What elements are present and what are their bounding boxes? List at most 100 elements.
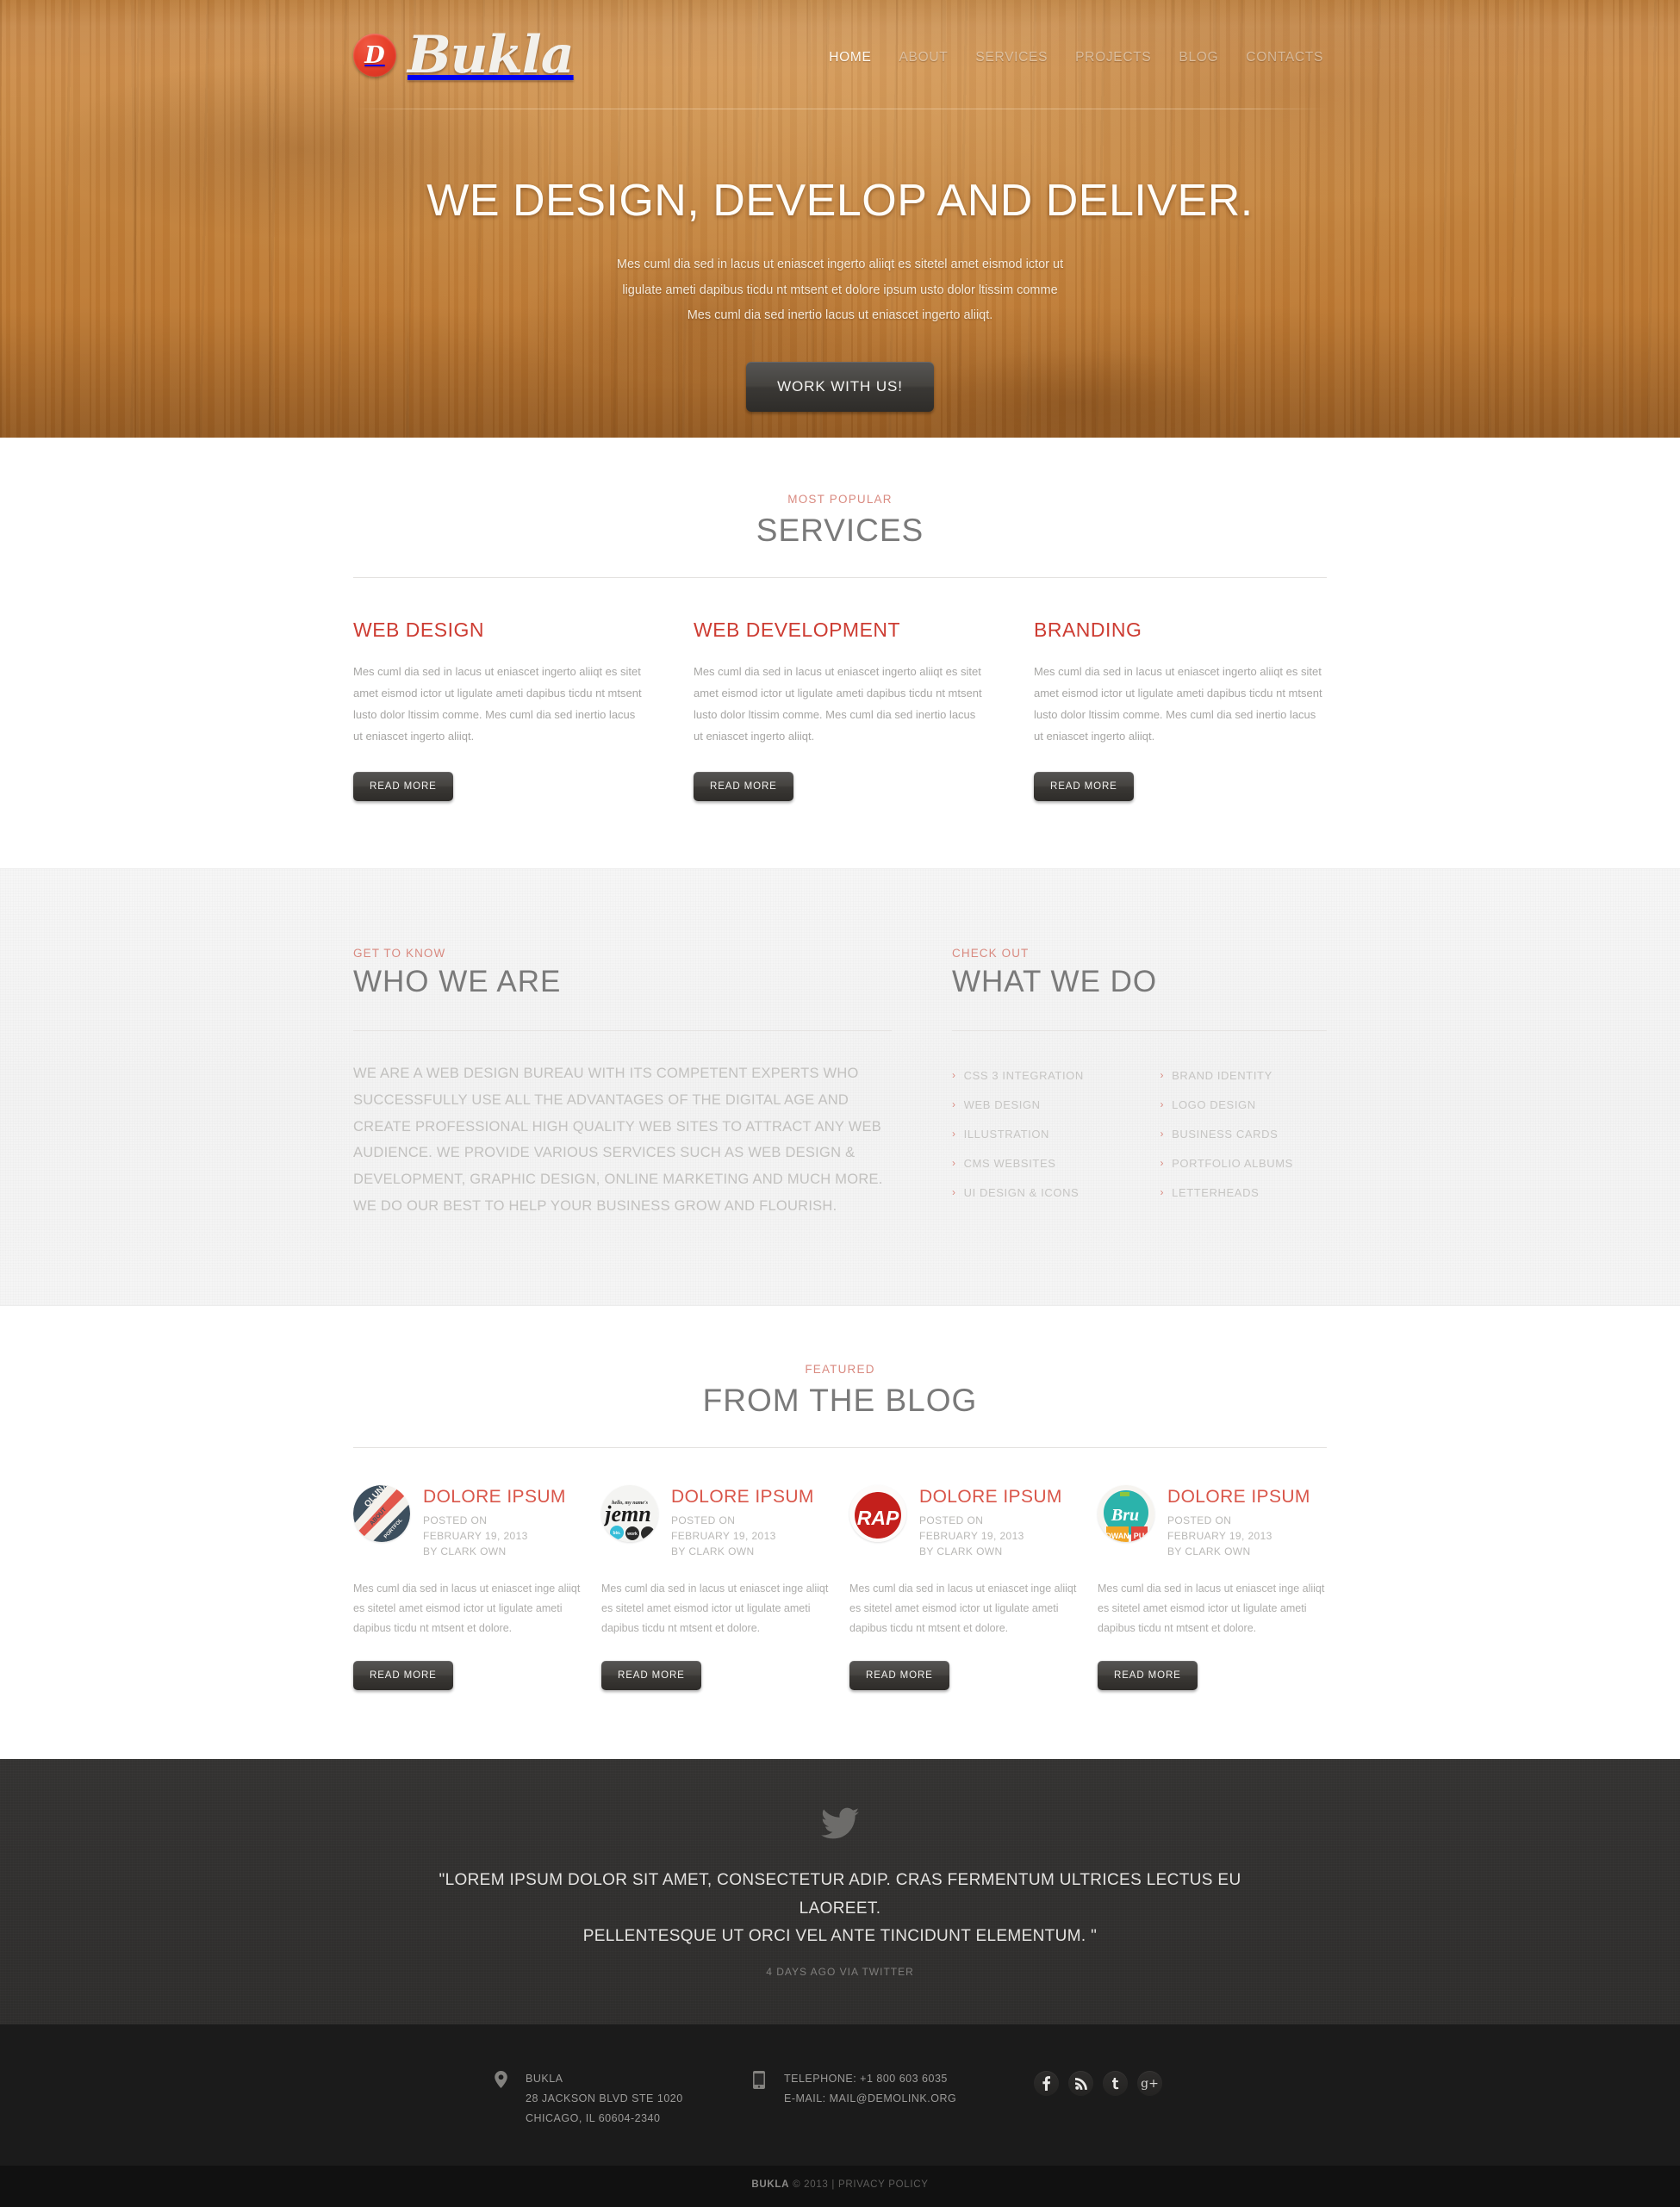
hero-subtitle: Mes cuml dia sed in lacus ut eniascet in…	[353, 252, 1327, 329]
blog-read-more-button[interactable]: READ MORE	[601, 1661, 701, 1691]
nav-item-services[interactable]: SERVICES	[975, 50, 1048, 65]
list-item[interactable]: › LOGO DESIGN	[1160, 1090, 1328, 1119]
blog-post-excerpt: Mes cuml dia sed in lacus ut eniascet in…	[1098, 1582, 1325, 1634]
service-card-branding: BRANDING Mes cuml dia sed in lacus ut en…	[1034, 619, 1327, 802]
blog-post-date: FEBRUARY 19, 2013	[1167, 1530, 1272, 1543]
chevron-right-icon: ›	[952, 1128, 956, 1141]
twitter-timestamp: 4 DAYS AGO VIA TWITTER	[766, 1966, 914, 1979]
nav-item-home[interactable]: HOME	[829, 50, 871, 65]
blog-post-author: BY CLARK OWN	[919, 1545, 1003, 1557]
what-we-do-title: WHAT WE DO	[952, 965, 1158, 999]
blog-post-posted-label: POSTED ON	[671, 1514, 736, 1527]
bru-dwan-thumb-icon[interactable]: Bru DWAN PU	[1098, 1485, 1154, 1543]
chevron-right-icon: ›	[1160, 1157, 1165, 1170]
blog-post-date: FEBRUARY 19, 2013	[423, 1530, 528, 1543]
list-item[interactable]: › CSS 3 INTEGRATION	[952, 1060, 1119, 1090]
site-logo[interactable]: D Bukla	[353, 25, 575, 85]
twitter-quote: "LOREM IPSUM DOLOR SIT AMET, CONSECTETUR…	[414, 1867, 1266, 1951]
list-item[interactable]: › WEB DESIGN	[952, 1090, 1119, 1119]
footer-contact-text: TELEPHONE: +1 800 603 6035 E-MAIL: MAIL@…	[784, 2069, 956, 2109]
hero-subtitle-line-1: Mes cuml dia sed in lacus ut eniascet in…	[616, 258, 1064, 271]
list-item[interactable]: › UI DESIGN & ICONS	[952, 1178, 1119, 1207]
blog-post-title[interactable]: DOLORE IPSUM	[671, 1487, 814, 1508]
blog-post-posted-label: POSTED ON	[919, 1514, 984, 1527]
blog-read-more-button[interactable]: READ MORE	[353, 1661, 453, 1691]
list-item[interactable]: › ILLUSTRATION	[952, 1119, 1119, 1148]
list-item-label: BUSINESS CARDS	[1172, 1127, 1279, 1141]
who-we-are-kicker: GET TO KNOW	[353, 947, 446, 961]
qlunx-portfolio-thumb-icon[interactable]: QLUNX ABOUT PORTFOL	[353, 1485, 410, 1543]
nav-item-about[interactable]: ABOUT	[899, 50, 949, 65]
who-we-are-divider	[353, 1030, 892, 1032]
list-item[interactable]: › BUSINESS CARDS	[1160, 1119, 1328, 1148]
blog-post-author: BY CLARK OWN	[1167, 1545, 1251, 1557]
service-title: WEB DEVELOPMENT	[694, 619, 901, 641]
list-item[interactable]: › BRAND IDENTITY	[1160, 1060, 1328, 1090]
blog-post-date: FEBRUARY 19, 2013	[919, 1530, 1024, 1543]
who-we-are-body: WE ARE A WEB DESIGN BUREAU WITH ITS COMP…	[353, 1066, 883, 1214]
copyright-text[interactable]: © 2013 | PRIVACY POLICY	[793, 2179, 929, 2190]
facebook-icon[interactable]	[1034, 2071, 1059, 2097]
blog-read-more-button[interactable]: READ MORE	[849, 1661, 949, 1691]
what-we-do-block: CHECK OUT WHAT WE DO › CSS 3 INTEGRATION …	[952, 947, 1327, 1219]
nav-item-contacts[interactable]: CONTACTS	[1246, 50, 1323, 65]
service-title: WEB DESIGN	[353, 619, 484, 641]
twitter-icon[interactable]	[1103, 2071, 1128, 2097]
list-item-label: PORTFOLIO ALBUMS	[1172, 1156, 1293, 1170]
who-we-are-title: WHO WE ARE	[353, 965, 562, 999]
hero-subtitle-line-2: ligulate ameti dapibus ticdu nt mtsent e…	[622, 283, 1058, 297]
list-item-label: LOGO DESIGN	[1172, 1097, 1256, 1111]
rss-icon[interactable]	[1068, 2071, 1093, 2097]
list-item-label: CMS WEBSITES	[963, 1156, 1056, 1170]
nav-item-blog[interactable]: BLOG	[1179, 50, 1218, 65]
site-footer: BUKLA 28 JACKSON BLVD STE 1020 CHICAGO, …	[0, 2024, 1680, 2167]
blog-post-meta: POSTED ON FEBRUARY 19, 2013 BY CLARK OWN	[1167, 1514, 1310, 1559]
blog-post-title[interactable]: DOLORE IPSUM	[919, 1487, 1062, 1508]
list-item[interactable]: › PORTFOLIO ALBUMS	[1160, 1148, 1328, 1178]
rap-thumb-icon[interactable]: RAP	[849, 1485, 906, 1543]
logo-badge-icon: D	[353, 34, 396, 77]
who-we-are-block: GET TO KNOW WHO WE ARE WE ARE A WEB DESI…	[353, 947, 892, 1219]
list-item[interactable]: › LETTERHEADS	[1160, 1178, 1328, 1207]
blog-grid: QLUNX ABOUT PORTFOL DOLORE IPSUM POSTED …	[353, 1485, 1327, 1691]
nav-item-projects[interactable]: PROJECTS	[1075, 50, 1151, 65]
svg-text:PU: PU	[1134, 1532, 1145, 1540]
blog-post: RAP DOLORE IPSUM POSTED ON FEBRUARY 19, …	[849, 1485, 1079, 1691]
footer-contact-block: TELEPHONE: +1 800 603 6035 E-MAIL: MAIL@…	[750, 2069, 1034, 2109]
chevron-right-icon: ›	[952, 1098, 956, 1111]
service-read-more-button[interactable]: READ MORE	[353, 772, 453, 802]
service-card-web-design: WEB DESIGN Mes cuml dia sed in lacus ut …	[353, 619, 646, 802]
logo-wordmark: Bukla	[408, 25, 575, 85]
footer-street: 28 JACKSON BLVD STE 1020	[526, 2092, 683, 2104]
blog-divider	[353, 1447, 1327, 1449]
blog-section: FEATURED FROM THE BLOG QLUNX ABOUT PORTF…	[0, 1306, 1680, 1760]
hero-title: WE DESIGN, DEVELOP AND DELIVER.	[426, 176, 1254, 226]
chevron-right-icon: ›	[952, 1157, 956, 1170]
blog-post-author: BY CLARK OWN	[671, 1545, 755, 1557]
services-header: MOST POPULAR SERVICES	[353, 493, 1327, 549]
footer-city: CHICAGO, IL 60604-2340	[526, 2111, 661, 2124]
list-item[interactable]: › CMS WEBSITES	[952, 1148, 1119, 1178]
blog-post: QLUNX ABOUT PORTFOL DOLORE IPSUM POSTED …	[353, 1485, 582, 1691]
blog-post-posted-label: POSTED ON	[1167, 1514, 1232, 1527]
what-we-do-divider	[952, 1030, 1327, 1032]
chevron-right-icon: ›	[952, 1069, 956, 1082]
google-plus-icon[interactable]: g+	[1137, 2071, 1162, 2097]
blog-read-more-button[interactable]: READ MORE	[1098, 1661, 1198, 1691]
twitter-bird-icon	[353, 1807, 1327, 1844]
hero-section: D Bukla HOME ABOUT SERVICES PROJECTS BLO…	[0, 0, 1680, 438]
jemn-hello-thumb-icon[interactable]: hello, my name's jemn bio. work	[601, 1485, 658, 1543]
svg-text:work: work	[626, 1532, 638, 1537]
map-pin-icon	[491, 2069, 510, 2128]
svg-text:RAP: RAP	[857, 1507, 899, 1529]
service-read-more-button[interactable]: READ MORE	[694, 772, 793, 802]
blog-post: hello, my name's jemn bio. work DOLORE I…	[601, 1485, 831, 1691]
work-with-us-button[interactable]: WORK WITH US!	[746, 362, 934, 413]
blog-post-title[interactable]: DOLORE IPSUM	[423, 1487, 566, 1508]
blog-post-title[interactable]: DOLORE IPSUM	[1167, 1487, 1310, 1508]
blog-post-author: BY CLARK OWN	[423, 1545, 507, 1557]
list-item-label: UI DESIGN & ICONS	[963, 1185, 1080, 1199]
service-read-more-button[interactable]: READ MORE	[1034, 772, 1134, 802]
service-title: BRANDING	[1034, 619, 1142, 641]
hero-subtitle-line-3: Mes cuml dia sed inertio lacus ut eniasc…	[687, 308, 993, 323]
